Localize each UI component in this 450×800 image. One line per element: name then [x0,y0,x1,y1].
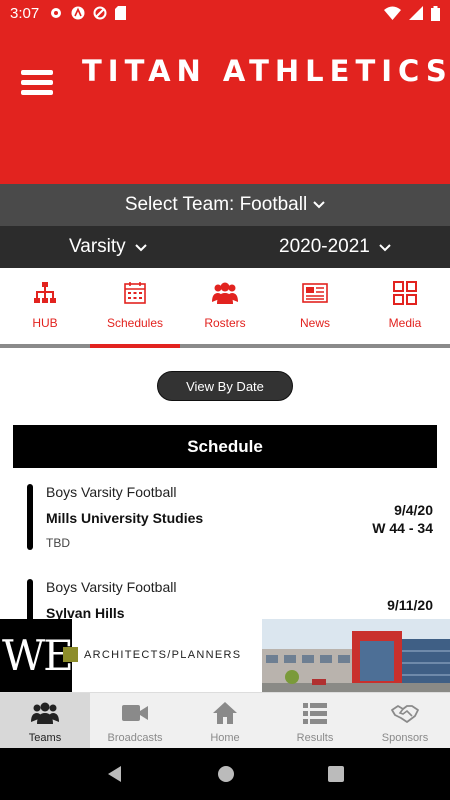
tab-media-label: Media [388,316,422,330]
nav-broadcasts-label: Broadcasts [107,732,163,744]
game-date: 9/4/20 [394,502,433,518]
level-value: Varsity [69,236,126,257]
status-time: 3:07 [10,4,40,22]
recents-icon[interactable] [327,766,344,782]
sponsor-logo-square [63,647,78,662]
game-marker [27,484,33,550]
nav-home[interactable]: Home [180,693,270,748]
system-nav-bar [0,748,450,800]
nav-broadcasts[interactable]: Broadcasts [90,693,180,748]
season-value: 2020-2021 [279,236,370,257]
schedule-header: Schedule [13,425,437,468]
team-select-label: Select Team: [124,194,235,215]
nav-teams[interactable]: Teams [0,693,90,748]
filter-bar: Varsity 2020-2021 [0,226,450,268]
game-location: TBD [46,536,70,550]
building-photo [262,619,450,692]
nav-sponsors-label: Sponsors [381,732,429,744]
a-badge-icon [71,6,85,20]
game-team: Boys Varsity Football [46,579,177,595]
people-icon [212,282,238,304]
sd-card-icon [115,6,127,20]
tab-schedules[interactable]: Schedules [90,268,180,348]
sponsor-tagline: ARCHITECTS/PLANNERS [84,649,242,661]
tab-rosters-label: Rosters [204,316,246,330]
nav-results[interactable]: Results [270,693,360,748]
tab-news[interactable]: News [270,268,360,344]
team-select-value: Football [239,194,308,215]
wifi-icon [384,6,401,20]
home-circle-icon[interactable] [217,765,235,783]
status-bar: 3:07 [0,0,450,26]
nav-sponsors[interactable]: Sponsors [360,693,450,748]
tab-rosters[interactable]: Rosters [180,268,270,344]
app-header: TITAN ATHLETICS [0,26,450,184]
sponsor-ad-banner[interactable]: WER ARCHITECTS/PLANNERS [0,619,450,692]
chevron-down-icon [313,201,325,209]
hierarchy-icon [34,282,56,303]
app-logo: TITAN ATHLETICS [82,54,450,88]
team-selector[interactable]: Select Team: Football [0,184,450,226]
handshake-icon [391,705,419,723]
settings-gear-icon [51,8,62,18]
tab-hub[interactable]: HUB [0,268,90,344]
bottom-nav: Teams Broadcasts Home Results Sponsors [0,692,450,748]
chevron-down-icon [135,244,147,252]
schedule-game-row[interactable]: Boys Varsity Football Mills University S… [27,484,437,554]
tab-hub-label: HUB [32,316,58,330]
game-date: 9/11/20 [387,597,433,613]
back-icon[interactable] [106,765,124,783]
chevron-down-icon [379,244,391,252]
game-opponent: Mills University Studies [46,510,204,526]
nav-teams-label: Teams [28,732,62,744]
season-dropdown[interactable]: 2020-2021 [279,236,391,258]
calendar-icon [124,282,146,304]
sponsor-logo: WER [0,619,103,692]
section-tabs: HUB Schedules Rosters News Media [0,268,450,348]
list-icon [303,703,327,724]
level-dropdown[interactable]: Varsity [69,236,147,258]
blocked-icon [93,6,107,20]
game-result: W 44 - 34 [372,520,433,536]
menu-icon[interactable] [21,70,53,96]
game-team: Boys Varsity Football [46,484,177,500]
tab-news-label: News [299,316,330,330]
video-camera-icon [122,705,148,721]
nav-results-label: Results [296,732,334,744]
home-icon [213,702,237,724]
tab-media[interactable]: Media [360,268,450,344]
view-by-date-button[interactable]: View By Date [157,371,293,401]
newspaper-icon [302,283,328,303]
signal-icon [409,6,423,20]
team-icon [31,702,59,724]
nav-home-label: Home [210,732,240,744]
grid-icon [393,281,417,305]
battery-icon [431,5,440,21]
tab-schedules-label: Schedules [106,316,164,330]
